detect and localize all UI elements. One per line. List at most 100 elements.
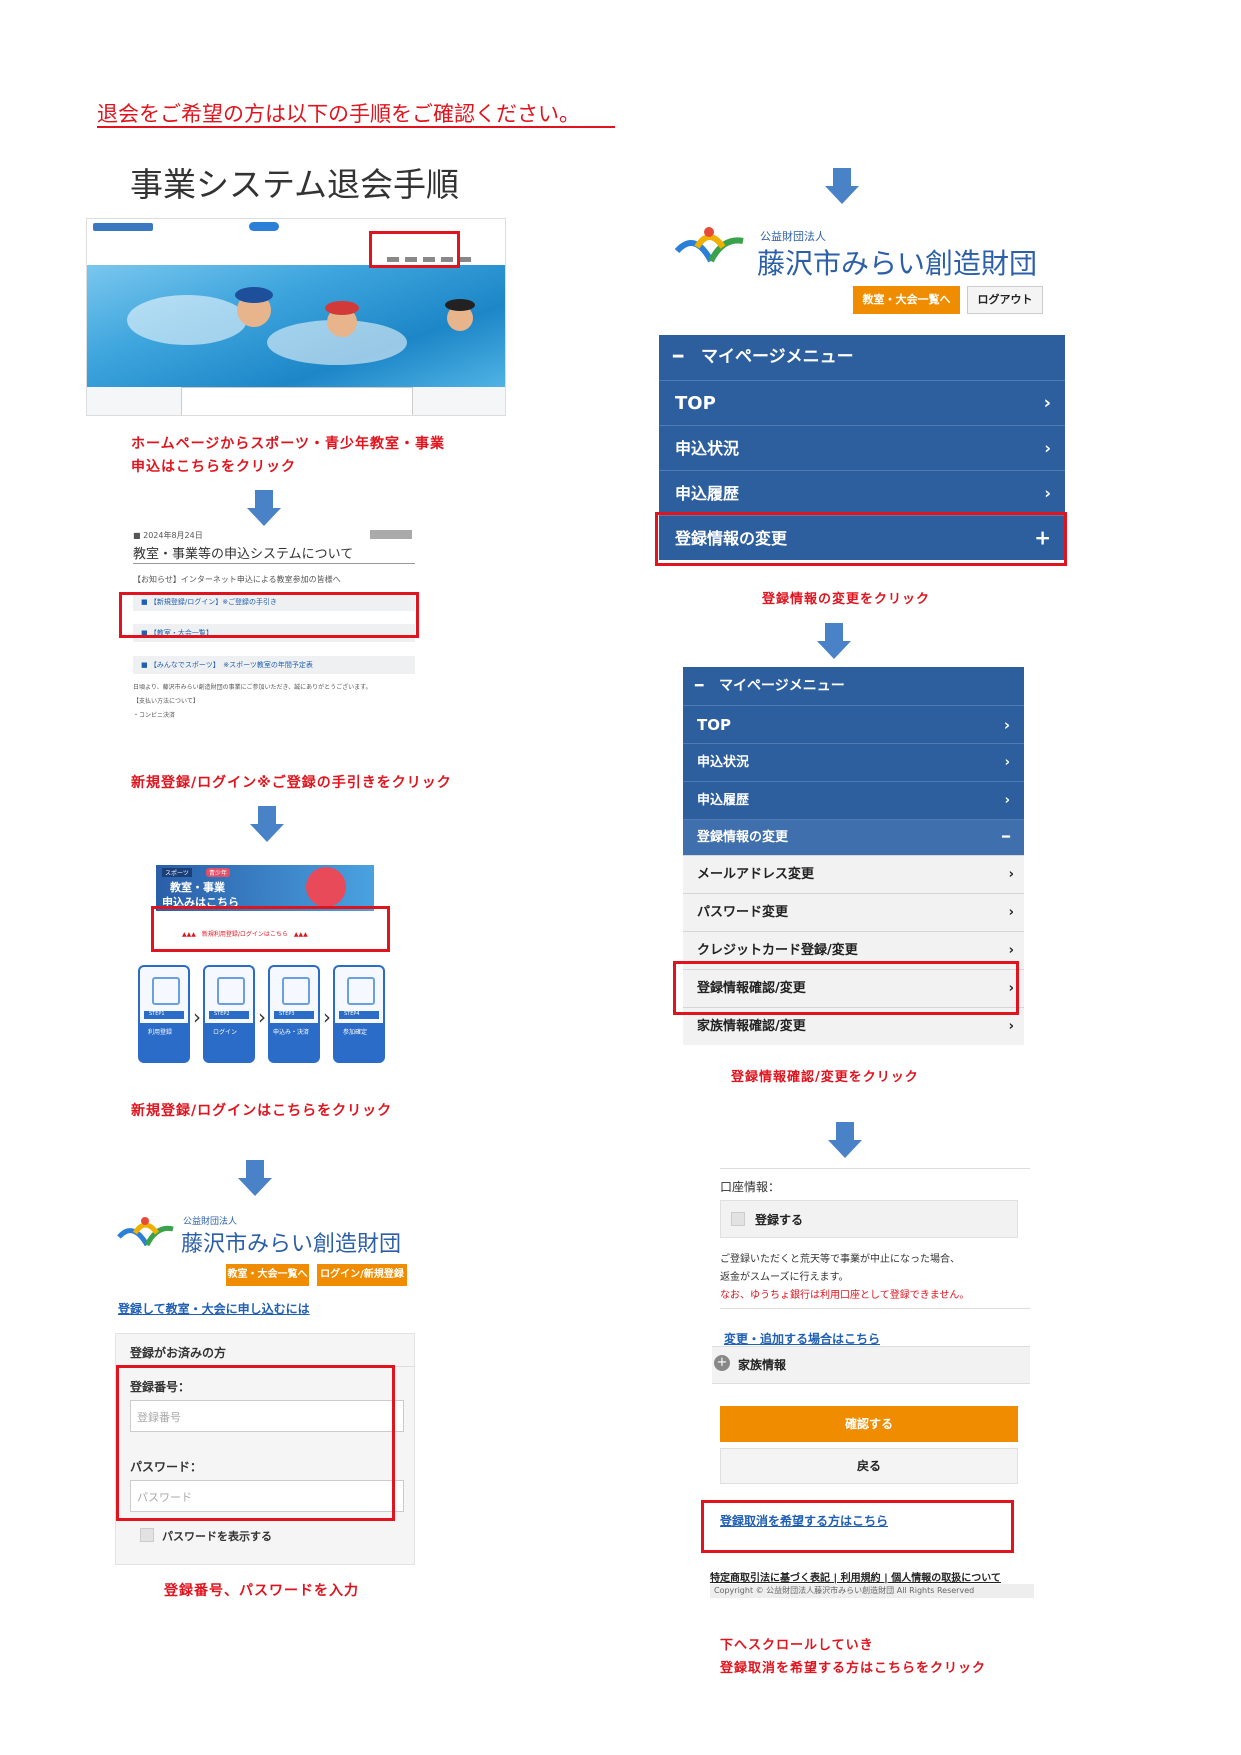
nav-item [459,257,471,262]
chevron-right-icon: › [1004,792,1010,808]
chevron-right-icon: › [323,1005,331,1029]
menu-header[interactable]: ━ マイページメニュー [683,667,1024,705]
highlight-box [369,231,460,268]
step-num: STEP3 [279,1011,295,1017]
step-card: STEP3 申込み・決済 [268,965,320,1063]
submenu-password[interactable]: パスワード変更 › [683,893,1024,931]
divider [133,563,415,564]
family-info-row[interactable]: + 家族情報 [712,1346,1030,1384]
plus-circle-icon: + [714,1355,730,1371]
minus-icon: ━ [673,347,684,367]
swim-cap [325,301,359,315]
show-password-checkbox[interactable] [140,1528,154,1542]
menu-item-history[interactable]: 申込履歴 › [683,781,1024,819]
highlight-box [116,1365,395,1521]
mypage-menu-expanded: ━ マイページメニュー TOP › 申込状況 › 申込履歴 › 登録情報の変更 … [683,667,1024,855]
phone-icon [347,977,375,1005]
category-tag [370,530,412,539]
down-arrow-icon [250,806,284,844]
class-list-button[interactable]: 教室・大会一覧へ [853,286,960,314]
step-name: 参加確定 [343,1029,368,1036]
foundation-logo-icon [674,225,747,273]
confirm-button[interactable]: 確認する [720,1406,1018,1442]
down-arrow-icon [817,623,851,661]
menu-item-status[interactable]: 申込状況 › [659,425,1065,470]
step1-caption-1: ホームページからスポーツ・青少年教室・事業 [131,436,446,452]
logout-button[interactable]: ログアウト [967,286,1043,314]
form-icon [282,977,310,1005]
family-info-label: 家族情報 [738,1358,787,1372]
intro-headline: 退会をご希望の方は以下の手順をご確認ください。 [97,102,580,126]
step-name: 利用登録 [148,1029,173,1036]
menu-item-status[interactable]: 申込状況 › [683,743,1024,781]
chevron-right-icon: › [258,1005,266,1029]
submenu-label: パスワード変更 [697,905,789,920]
tag-sports: スポーツ [162,868,192,877]
chevron-right-icon: › [1043,392,1051,414]
step4-caption: 登録番号、パスワードを入力 [164,1583,359,1599]
monitor-icon [152,977,180,1005]
notice-page-screenshot: ■ 2024年8月24日 教室・事業等の申込システムについて 【お知らせ】インタ… [125,530,415,750]
swimmer-photo [306,867,346,907]
submenu-email[interactable]: メールアドレス変更 › [683,855,1024,893]
menu-header[interactable]: ━ マイページメニュー [659,335,1065,380]
down-arrow-icon [238,1160,272,1198]
tag-youth: 青少年 [206,868,231,877]
chevron-right-icon: › [1004,754,1010,770]
footer-links[interactable]: 特定商取引法に基づく表記 | 利用規約 | 個人情報の取扱について [710,1569,1001,1584]
account-note-2: 返金がスムーズに行えます。 [720,1272,849,1283]
step7-caption-1: 下へスクロールしていき [720,1638,874,1653]
menu-item-label: 申込状況 [675,439,740,458]
chevron-right-icon: › [1003,715,1010,734]
list-item[interactable]: ■ 【みんなでスポーツ】 ※スポーツ教室の年間予定表 [133,656,415,674]
step2-caption: 新規登録/ログイン※ご登録の手引きをクリック [131,775,452,791]
class-list-button[interactable]: 教室・大会一覧へ [226,1264,309,1286]
minus-icon: ━ [1002,829,1010,845]
sports-schedule-link[interactable]: ■ 【みんなでスポーツ】 ※スポーツ教室の年間予定表 [141,660,313,670]
notice-body: 日頃より、藤沢市みらい創造財団の事業にご参加いただき、誠にありがとうございます。 [133,684,372,691]
menu-item-top[interactable]: TOP › [659,380,1065,425]
down-arrow-icon [825,168,859,206]
minus-icon: ━ [695,678,704,694]
menu-item-label: 申込履歴 [675,484,740,503]
down-arrow-icon [247,490,281,528]
step5-caption: 登録情報の変更をクリック [762,592,931,607]
logo-title: 藤沢市みらい創造財団 [757,247,1038,280]
login-screen-icon [217,977,245,1005]
step6-caption: 登録情報確認/変更をクリック [731,1070,919,1085]
submenu-label: メールアドレス変更 [697,867,815,882]
copyright-bar: Copyright © 公益財団法人藤沢市みらい創造財団 All Rights … [710,1584,1034,1598]
down-arrow-icon [828,1122,862,1160]
menu-item-top[interactable]: TOP › [683,705,1024,743]
panel-title: 登録がお済みの方 [130,1346,227,1360]
swim-cap [445,299,475,311]
highlight-box [655,512,1067,566]
step1-caption-2: 申込はこちらをクリック [131,459,296,475]
account-note-3: なお、ゆうちょ銀行は利用口座として登録できません。 [720,1290,970,1301]
highlight-box [151,906,390,952]
divider [720,1308,1030,1309]
highlight-box [119,592,419,638]
register-account-checkbox[interactable] [731,1212,745,1226]
change-add-link[interactable]: 変更・追加する場合はこちら [724,1330,880,1347]
notice-heading: 教室・事業等の申込システムについて [133,547,354,562]
menu-item-label: 申込状況 [697,755,750,770]
headline-underline [97,126,615,128]
back-button[interactable]: 戻る [720,1448,1018,1484]
chevron-right-icon: › [1044,483,1051,503]
menu-item-registration[interactable]: 登録情報の変更 ━ [683,819,1024,855]
divider [720,1168,1030,1169]
page-title: 事業システム退会手順 [130,165,460,204]
chevron-right-icon: › [1008,866,1014,882]
menu-item-history[interactable]: 申込履歴 › [659,470,1065,515]
logo-title: 藤沢市みらい創造財団 [181,1232,402,1257]
apply-info-link[interactable]: 登録して教室・大会に申し込むには [118,1300,310,1317]
register-account-box[interactable]: 登録する [720,1200,1018,1238]
highlight-box [701,1500,1014,1553]
step-name: ログイン [213,1029,238,1036]
payment-heading: 【支払い方法について】 [133,698,199,705]
step-card: STEP4 参加確定 [333,965,385,1063]
application-banner-screenshot: スポーツ 青少年 教室・事業 申込みはこちら ▲▲▲ 新規利用登録/ログインはこ… [138,865,385,1065]
login-register-button[interactable]: ログイン/新規登録 [317,1264,407,1286]
chevron-right-icon: › [193,1005,201,1029]
